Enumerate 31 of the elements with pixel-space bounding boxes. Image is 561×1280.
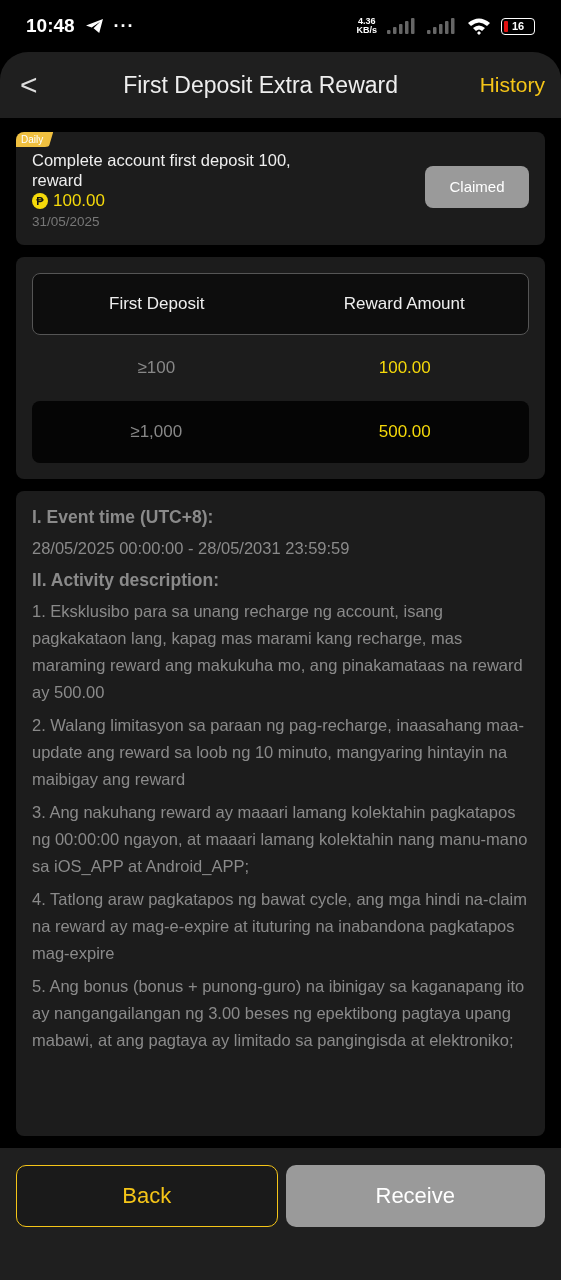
reward-cell: 100.00 xyxy=(378,358,431,378)
wifi-icon xyxy=(467,17,491,35)
deposit-cell: ≥100 xyxy=(137,358,176,378)
task-date: 31/05/2025 xyxy=(32,214,101,229)
history-link[interactable]: History xyxy=(479,73,545,97)
signal-icon xyxy=(427,18,457,34)
peso-coin-icon: ₱ xyxy=(32,193,48,209)
rules-paragraph: 28/05/2025 00:00:00 - 28/05/2031 23:59:59 xyxy=(32,538,351,559)
reward-amount: 100.00 xyxy=(53,191,105,211)
rules-heading: I. Event time (UTC+8): xyxy=(32,506,215,529)
paper-plane-icon xyxy=(84,18,104,34)
rules-paragraph: 5. Ang bonus (bonus + punong-guro) na ibinigay sa kaganapang ito ay nangangailangan ng 3.00 beses ng epektibong pagtaya upang mabawi, at ang pagtaya ay limitado sa pangingisda at elektroniko; xyxy=(32,976,526,1051)
rules-paragraph: 1. Eksklusibo para sa unang recharge ng account, isang pagkakataon lang, kapag mas marami kang recharge, mas maraming reward ang makukuha mo, ang pinakamataas na reward ay 500.00 xyxy=(32,601,524,703)
clock-time: 10:48 xyxy=(26,15,75,37)
rules-paragraph: 4. Tatlong araw pagkatapos ng bawat cycle, ang mga hindi na-claim na reward ay mag-e-expire at ituturing na inabandona pagkatapos mag-expire xyxy=(32,889,528,964)
column-header: First Deposit xyxy=(109,294,205,314)
column-header: Reward Amount xyxy=(343,294,465,314)
rules-heading: II. Activity description: xyxy=(32,569,221,592)
signal-icon xyxy=(387,18,417,34)
page-title: First Deposit Extra Reward xyxy=(122,71,399,99)
reward-cell: 500.00 xyxy=(378,422,431,442)
rules-paragraph: 3. Ang nakuhang reward ay maaari lamang kolektahin pagkatapos ng 00:00:00 ngayon, at maaari lamang kolektahin nang manu-mano sa iOS_APP at Android_APP; xyxy=(32,802,529,877)
network-speed: 4.36 KB/s xyxy=(356,17,377,35)
deposit-cell: ≥1,000 xyxy=(130,422,183,442)
task-description: Complete account first deposit 100, reward xyxy=(32,150,292,190)
rules-paragraph: 2. Walang limitasyon sa paraan ng pag-recharge, inaasahang maa-update ang reward sa loob ng 10 minuto, mangyaring hintayin na maibigay ang reward xyxy=(32,715,525,790)
back-button[interactable]: Back xyxy=(16,1165,278,1227)
daily-tag: Daily xyxy=(16,132,54,147)
back-button[interactable]: < xyxy=(16,68,42,102)
more-notifications: ··· xyxy=(113,15,135,37)
battery-icon: 16 xyxy=(501,17,535,35)
